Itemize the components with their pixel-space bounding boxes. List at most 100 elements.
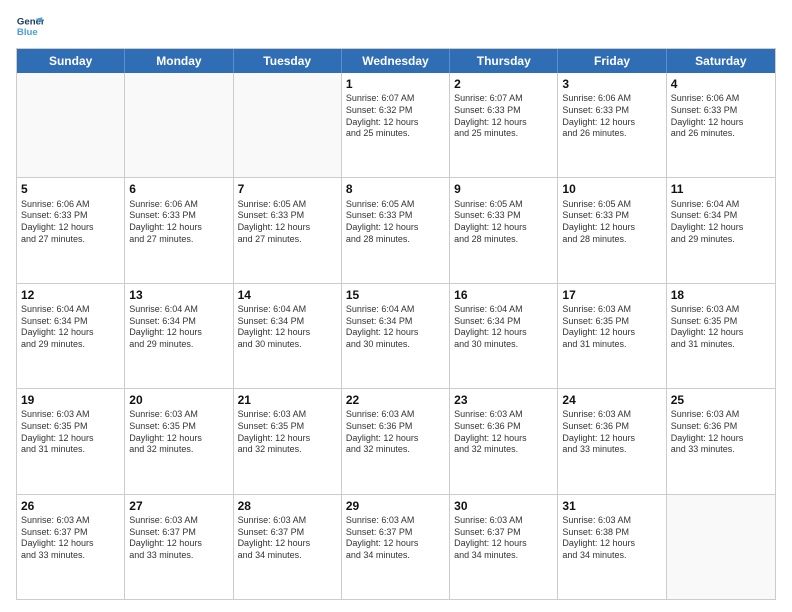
day-info: Sunrise: 6:04 AM Sunset: 6:34 PM Dayligh… — [671, 199, 771, 246]
day-number: 23 — [454, 392, 553, 408]
day-info: Sunrise: 6:03 AM Sunset: 6:37 PM Dayligh… — [129, 515, 228, 562]
day-number: 8 — [346, 181, 445, 197]
day-info: Sunrise: 6:03 AM Sunset: 6:36 PM Dayligh… — [454, 409, 553, 456]
day-cell-empty — [667, 495, 775, 599]
day-number: 14 — [238, 287, 337, 303]
week-row-2: 5Sunrise: 6:06 AM Sunset: 6:33 PM Daylig… — [17, 178, 775, 283]
day-info: Sunrise: 6:05 AM Sunset: 6:33 PM Dayligh… — [346, 199, 445, 246]
day-cell-6: 6 Sunrise: 6:06 AM Sunset: 6:33 PM Daylig… — [125, 178, 233, 282]
day-number: 22 — [346, 392, 445, 408]
day-cell-25: 25Sunrise: 6:03 AM Sunset: 6:36 PM Dayli… — [667, 389, 775, 493]
day-cell-4: 4Sunrise: 6:06 AM Sunset: 6:33 PM Daylig… — [667, 73, 775, 177]
day-cell-3: 3Sunrise: 6:06 AM Sunset: 6:33 PM Daylig… — [558, 73, 666, 177]
header-cell-wednesday: Wednesday — [342, 49, 450, 73]
header: General Blue — [16, 12, 776, 40]
day-cell-15: 15Sunrise: 6:04 AM Sunset: 6:34 PM Dayli… — [342, 284, 450, 388]
day-number: 21 — [238, 392, 337, 408]
day-number: 1 — [346, 76, 445, 92]
day-cell-8: 8 Sunrise: 6:05 AM Sunset: 6:33 PM Daylig… — [342, 178, 450, 282]
day-info: Sunrise: 6:03 AM Sunset: 6:37 PM Dayligh… — [346, 515, 445, 562]
day-cell-30: 30Sunrise: 6:03 AM Sunset: 6:37 PM Dayli… — [450, 495, 558, 599]
day-number: 3 — [562, 76, 661, 92]
logo: General Blue — [16, 12, 44, 40]
day-info: Sunrise: 6:06 AM Sunset: 6:33 PM Dayligh… — [562, 93, 661, 140]
day-cell-14: 14Sunrise: 6:04 AM Sunset: 6:34 PM Dayli… — [234, 284, 342, 388]
week-row-5: 26 Sunrise: 6:03 AM Sunset: 6:37 PM Dayli… — [17, 495, 775, 599]
header-cell-sunday: Sunday — [17, 49, 125, 73]
day-info: Sunrise: 6:03 AM Sunset: 6:35 PM Dayligh… — [21, 409, 120, 456]
header-cell-monday: Monday — [125, 49, 233, 73]
day-cell-19: 19Sunrise: 6:03 AM Sunset: 6:35 PM Dayli… — [17, 389, 125, 493]
day-info: Sunrise: 6:04 AM Sunset: 6:34 PM Dayligh… — [129, 304, 228, 351]
day-info: Sunrise: 6:04 AM Sunset: 6:34 PM Dayligh… — [238, 304, 337, 351]
day-number: 17 — [562, 287, 661, 303]
day-cell-empty — [234, 73, 342, 177]
day-cell-empty — [17, 73, 125, 177]
day-cell-11: 11 Sunrise: 6:04 AM Sunset: 6:34 PM Dayli… — [667, 178, 775, 282]
day-number: 11 — [671, 181, 771, 197]
day-info: Sunrise: 6:03 AM Sunset: 6:35 PM Dayligh… — [129, 409, 228, 456]
day-cell-5: 5Sunrise: 6:06 AM Sunset: 6:33 PM Daylig… — [17, 178, 125, 282]
day-cell-28: 28Sunrise: 6:03 AM Sunset: 6:37 PM Dayli… — [234, 495, 342, 599]
day-info: Sunrise: 6:03 AM Sunset: 6:37 PM Dayligh… — [454, 515, 553, 562]
svg-text:Blue: Blue — [17, 27, 38, 38]
day-cell-18: 18Sunrise: 6:03 AM Sunset: 6:35 PM Dayli… — [667, 284, 775, 388]
day-info: Sunrise: 6:05 AM Sunset: 6:33 PM Dayligh… — [454, 199, 553, 246]
day-number: 9 — [454, 181, 553, 197]
header-cell-thursday: Thursday — [450, 49, 558, 73]
week-row-4: 19Sunrise: 6:03 AM Sunset: 6:35 PM Dayli… — [17, 389, 775, 494]
day-cell-9: 9 Sunrise: 6:05 AM Sunset: 6:33 PM Daylig… — [450, 178, 558, 282]
day-number: 20 — [129, 392, 228, 408]
day-cell-20: 20Sunrise: 6:03 AM Sunset: 6:35 PM Dayli… — [125, 389, 233, 493]
day-info: Sunrise: 6:03 AM Sunset: 6:36 PM Dayligh… — [346, 409, 445, 456]
day-number: 29 — [346, 498, 445, 514]
day-number: 6 — [129, 181, 228, 197]
day-info: Sunrise: 6:05 AM Sunset: 6:33 PM Dayligh… — [238, 199, 337, 246]
day-number: 13 — [129, 287, 228, 303]
day-cell-24: 24Sunrise: 6:03 AM Sunset: 6:36 PM Dayli… — [558, 389, 666, 493]
day-number: 15 — [346, 287, 445, 303]
day-number: 12 — [21, 287, 120, 303]
day-cell-16: 16Sunrise: 6:04 AM Sunset: 6:34 PM Dayli… — [450, 284, 558, 388]
day-info: Sunrise: 6:03 AM Sunset: 6:38 PM Dayligh… — [562, 515, 661, 562]
day-number: 2 — [454, 76, 553, 92]
day-number: 26 — [21, 498, 120, 514]
day-info: Sunrise: 6:04 AM Sunset: 6:34 PM Dayligh… — [21, 304, 120, 351]
day-cell-13: 13Sunrise: 6:04 AM Sunset: 6:34 PM Dayli… — [125, 284, 233, 388]
day-cell-21: 21Sunrise: 6:03 AM Sunset: 6:35 PM Dayli… — [234, 389, 342, 493]
page: General Blue SundayMondayTuesdayWednesda… — [0, 0, 792, 612]
calendar: SundayMondayTuesdayWednesdayThursdayFrid… — [16, 48, 776, 600]
day-cell-17: 17Sunrise: 6:03 AM Sunset: 6:35 PM Dayli… — [558, 284, 666, 388]
day-cell-empty — [125, 73, 233, 177]
header-cell-friday: Friday — [558, 49, 666, 73]
day-cell-10: 10Sunrise: 6:05 AM Sunset: 6:33 PM Dayli… — [558, 178, 666, 282]
day-info: Sunrise: 6:06 AM Sunset: 6:33 PM Dayligh… — [21, 199, 120, 246]
day-cell-29: 29Sunrise: 6:03 AM Sunset: 6:37 PM Dayli… — [342, 495, 450, 599]
calendar-header: SundayMondayTuesdayWednesdayThursdayFrid… — [17, 49, 775, 73]
day-cell-23: 23Sunrise: 6:03 AM Sunset: 6:36 PM Dayli… — [450, 389, 558, 493]
day-info: Sunrise: 6:04 AM Sunset: 6:34 PM Dayligh… — [346, 304, 445, 351]
day-cell-7: 7 Sunrise: 6:05 AM Sunset: 6:33 PM Daylig… — [234, 178, 342, 282]
day-cell-2: 2Sunrise: 6:07 AM Sunset: 6:33 PM Daylig… — [450, 73, 558, 177]
day-cell-31: 31Sunrise: 6:03 AM Sunset: 6:38 PM Dayli… — [558, 495, 666, 599]
day-info: Sunrise: 6:07 AM Sunset: 6:32 PM Dayligh… — [346, 93, 445, 140]
header-cell-tuesday: Tuesday — [234, 49, 342, 73]
logo-icon: General Blue — [16, 12, 44, 40]
day-cell-12: 12Sunrise: 6:04 AM Sunset: 6:34 PM Dayli… — [17, 284, 125, 388]
day-number: 16 — [454, 287, 553, 303]
calendar-body: 1Sunrise: 6:07 AM Sunset: 6:32 PM Daylig… — [17, 73, 775, 599]
day-cell-26: 26Sunrise: 6:03 AM Sunset: 6:37 PM Dayli… — [17, 495, 125, 599]
day-number: 24 — [562, 392, 661, 408]
day-cell-27: 27Sunrise: 6:03 AM Sunset: 6:37 PM Dayli… — [125, 495, 233, 599]
day-info: Sunrise: 6:03 AM Sunset: 6:37 PM Dayligh… — [238, 515, 337, 562]
day-info: Sunrise: 6:03 AM Sunset: 6:35 PM Dayligh… — [671, 304, 771, 351]
day-info: Sunrise: 6:03 AM Sunset: 6:36 PM Dayligh… — [562, 409, 661, 456]
day-info: Sunrise: 6:06 AM Sunset: 6:33 PM Dayligh… — [129, 199, 228, 246]
day-number: 19 — [21, 392, 120, 408]
day-info: Sunrise: 6:05 AM Sunset: 6:33 PM Dayligh… — [562, 199, 661, 246]
day-number: 7 — [238, 181, 337, 197]
day-info: Sunrise: 6:03 AM Sunset: 6:36 PM Dayligh… — [671, 409, 771, 456]
day-info: Sunrise: 6:06 AM Sunset: 6:33 PM Dayligh… — [671, 93, 771, 140]
day-number: 27 — [129, 498, 228, 514]
week-row-3: 12Sunrise: 6:04 AM Sunset: 6:34 PM Dayli… — [17, 284, 775, 389]
